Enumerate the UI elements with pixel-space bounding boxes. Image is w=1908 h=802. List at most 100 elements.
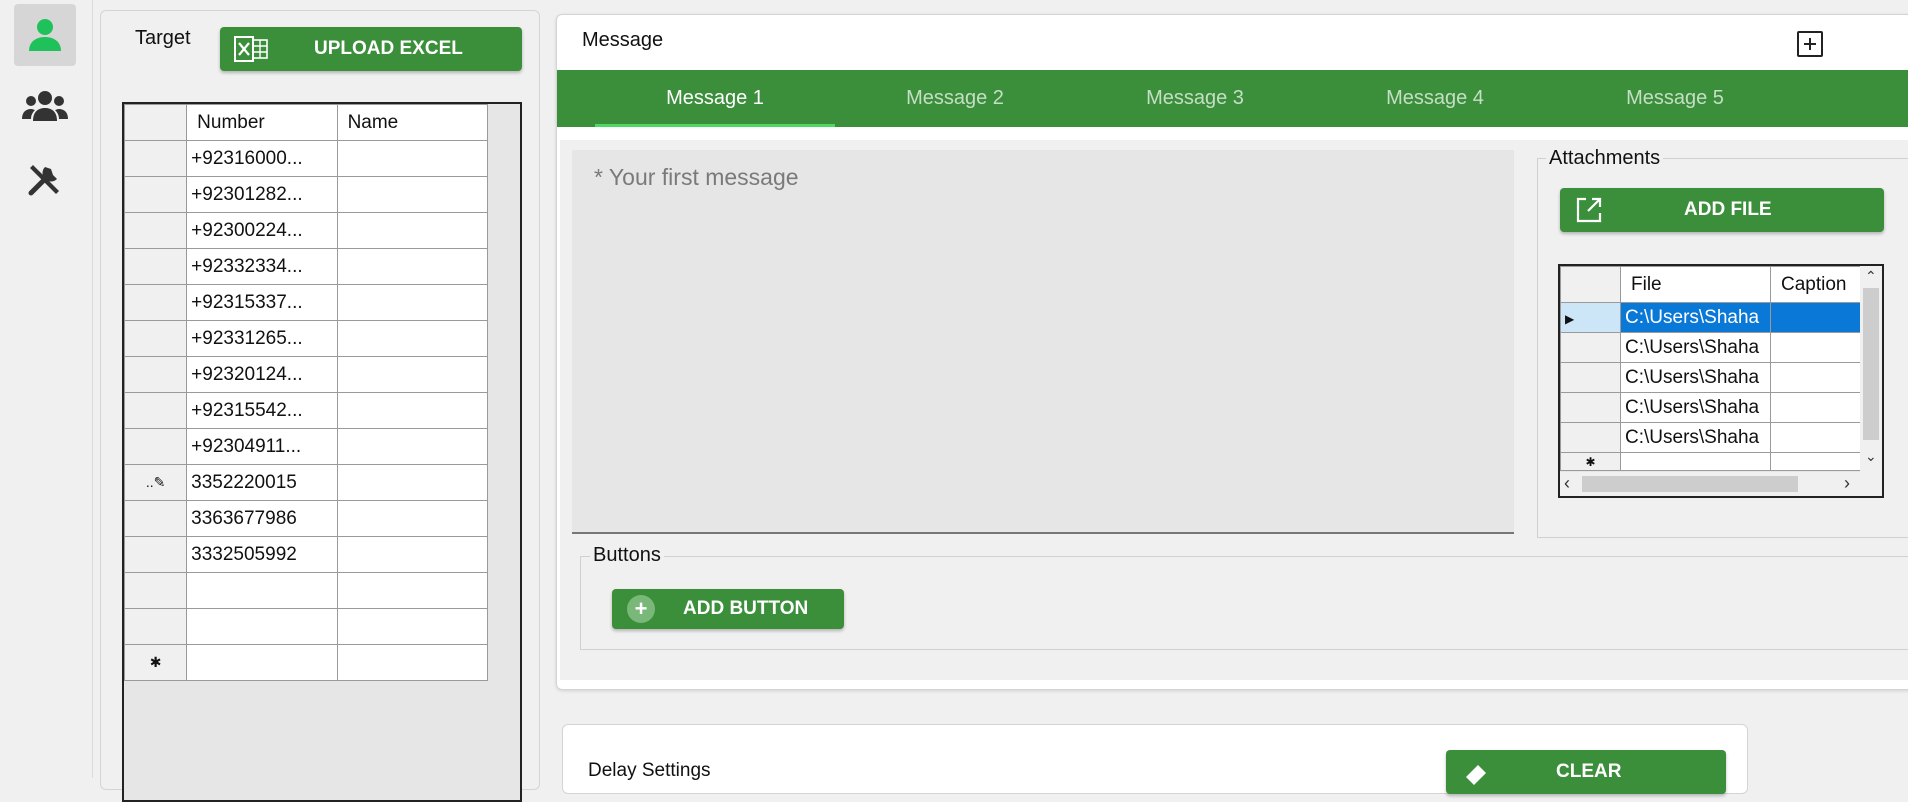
row-header[interactable] bbox=[123, 500, 188, 537]
name-cell[interactable] bbox=[336, 608, 489, 645]
number-cell[interactable]: 3363677986 bbox=[186, 500, 338, 537]
row-header[interactable]: ✱ bbox=[123, 644, 188, 681]
row-header[interactable] bbox=[123, 320, 188, 357]
file-cell[interactable]: C:\Users\Shaha bbox=[1620, 332, 1771, 363]
vertical-scrollbar[interactable]: ⌃ ⌄ bbox=[1860, 266, 1882, 474]
name-cell[interactable] bbox=[336, 248, 489, 285]
nav-groups-button[interactable] bbox=[14, 76, 76, 138]
number-cell[interactable]: 3332505992 bbox=[186, 536, 338, 573]
name-cell[interactable] bbox=[336, 428, 489, 465]
scroll-thumb-horizontal[interactable] bbox=[1582, 476, 1798, 492]
tab-message-1[interactable]: Message 1 bbox=[595, 70, 835, 127]
table-row[interactable]: +92301282... bbox=[123, 176, 489, 213]
horizontal-scrollbar[interactable]: ‹ › bbox=[1560, 472, 1882, 496]
caption-cell[interactable] bbox=[1770, 362, 1861, 393]
name-cell[interactable] bbox=[336, 320, 489, 357]
upload-excel-button[interactable]: UPLOAD EXCEL bbox=[220, 27, 522, 71]
row-header[interactable] bbox=[123, 248, 188, 285]
table-row-new[interactable]: ✱ bbox=[1560, 452, 1861, 471]
column-header-file[interactable]: File bbox=[1620, 266, 1771, 303]
scroll-down-icon[interactable]: ⌄ bbox=[1865, 448, 1877, 465]
tab-message-2[interactable]: Message 2 bbox=[835, 70, 1075, 127]
name-cell[interactable] bbox=[336, 464, 489, 501]
table-row[interactable]: +92332334... bbox=[123, 248, 489, 285]
table-row[interactable] bbox=[123, 572, 489, 609]
row-header[interactable] bbox=[123, 140, 188, 177]
table-row[interactable] bbox=[123, 608, 489, 645]
nav-settings-button[interactable] bbox=[14, 148, 76, 210]
add-file-button[interactable]: ADD FILE bbox=[1560, 188, 1884, 232]
row-header[interactable]: ..✎ bbox=[123, 464, 188, 501]
number-cell[interactable]: +92332334... bbox=[186, 248, 338, 285]
row-header[interactable] bbox=[123, 572, 188, 609]
scroll-up-icon[interactable]: ⌃ bbox=[1865, 268, 1877, 285]
name-cell[interactable] bbox=[336, 536, 489, 573]
caption-cell[interactable] bbox=[1770, 302, 1861, 333]
table-row[interactable]: +92331265... bbox=[123, 320, 489, 357]
name-cell[interactable] bbox=[336, 644, 489, 681]
name-cell[interactable] bbox=[336, 176, 489, 213]
row-header[interactable] bbox=[1560, 362, 1621, 393]
name-cell[interactable] bbox=[336, 356, 489, 393]
table-row[interactable]: 3363677986 bbox=[123, 500, 489, 537]
file-cell[interactable] bbox=[1620, 452, 1771, 471]
file-cell[interactable]: C:\Users\Shaha bbox=[1620, 422, 1771, 453]
name-cell[interactable] bbox=[336, 212, 489, 249]
scroll-thumb[interactable] bbox=[1863, 288, 1879, 440]
nav-contacts-button[interactable] bbox=[14, 4, 76, 66]
number-cell[interactable]: +92304911... bbox=[186, 428, 338, 465]
caption-cell[interactable] bbox=[1770, 422, 1861, 453]
table-row[interactable]: C:\Users\Shaha bbox=[1560, 422, 1861, 453]
scroll-right-icon[interactable]: › bbox=[1844, 473, 1850, 494]
table-row[interactable]: +92316000... bbox=[123, 140, 489, 177]
row-header[interactable] bbox=[123, 536, 188, 573]
caption-cell[interactable] bbox=[1770, 452, 1861, 471]
table-row[interactable]: C:\Users\Shaha bbox=[1560, 392, 1861, 423]
number-cell[interactable]: +92315542... bbox=[186, 392, 338, 429]
row-header[interactable] bbox=[1560, 332, 1621, 363]
number-cell[interactable]: +92316000... bbox=[186, 140, 338, 177]
file-cell[interactable]: C:\Users\Shaha bbox=[1620, 362, 1771, 393]
name-cell[interactable] bbox=[336, 284, 489, 321]
number-cell[interactable] bbox=[186, 608, 338, 645]
message-textarea[interactable]: * Your first message bbox=[572, 150, 1514, 534]
file-cell[interactable]: C:\Users\Shaha bbox=[1620, 392, 1771, 423]
file-cell[interactable]: C:\Users\Shaha bbox=[1620, 302, 1771, 333]
row-header[interactable]: ✱ bbox=[1560, 452, 1621, 471]
add-message-icon[interactable] bbox=[1797, 31, 1823, 57]
number-cell[interactable] bbox=[186, 572, 338, 609]
tab-message-5[interactable]: Message 5 bbox=[1555, 70, 1795, 127]
table-row[interactable]: +92320124... bbox=[123, 356, 489, 393]
number-cell[interactable]: +92331265... bbox=[186, 320, 338, 357]
row-header[interactable] bbox=[123, 356, 188, 393]
scroll-left-icon[interactable]: ‹ bbox=[1564, 473, 1570, 494]
row-header[interactable] bbox=[123, 392, 188, 429]
row-header[interactable]: ▶ bbox=[1560, 302, 1621, 333]
clear-button[interactable]: CLEAR bbox=[1446, 750, 1726, 794]
name-cell[interactable] bbox=[336, 140, 489, 177]
table-row[interactable]: ..✎ 3352220015 bbox=[123, 464, 489, 501]
row-header[interactable] bbox=[123, 212, 188, 249]
caption-cell[interactable] bbox=[1770, 332, 1861, 363]
table-row[interactable]: +92315337... bbox=[123, 284, 489, 321]
column-header-caption[interactable]: Caption bbox=[1770, 266, 1861, 303]
table-row[interactable]: C:\Users\Shaha bbox=[1560, 362, 1861, 393]
caption-cell[interactable] bbox=[1770, 392, 1861, 423]
number-cell[interactable]: 3352220015 bbox=[186, 464, 338, 501]
name-cell[interactable] bbox=[336, 572, 489, 609]
number-cell[interactable]: +92315337... bbox=[186, 284, 338, 321]
table-row[interactable]: ✱ bbox=[123, 644, 489, 681]
row-header[interactable] bbox=[123, 608, 188, 645]
table-row[interactable]: +92304911... bbox=[123, 428, 489, 465]
name-cell[interactable] bbox=[336, 500, 489, 537]
table-row[interactable]: C:\Users\Shaha bbox=[1560, 332, 1861, 363]
table-row[interactable]: 3332505992 bbox=[123, 536, 489, 573]
tab-message-3[interactable]: Message 3 bbox=[1075, 70, 1315, 127]
number-cell[interactable]: +92300224... bbox=[186, 212, 338, 249]
number-cell[interactable]: +92320124... bbox=[186, 356, 338, 393]
row-header[interactable] bbox=[123, 284, 188, 321]
add-button-button[interactable]: + ADD BUTTON bbox=[612, 589, 844, 629]
row-header[interactable] bbox=[1560, 422, 1621, 453]
number-cell[interactable]: +92301282... bbox=[186, 176, 338, 213]
tab-message-4[interactable]: Message 4 bbox=[1315, 70, 1555, 127]
